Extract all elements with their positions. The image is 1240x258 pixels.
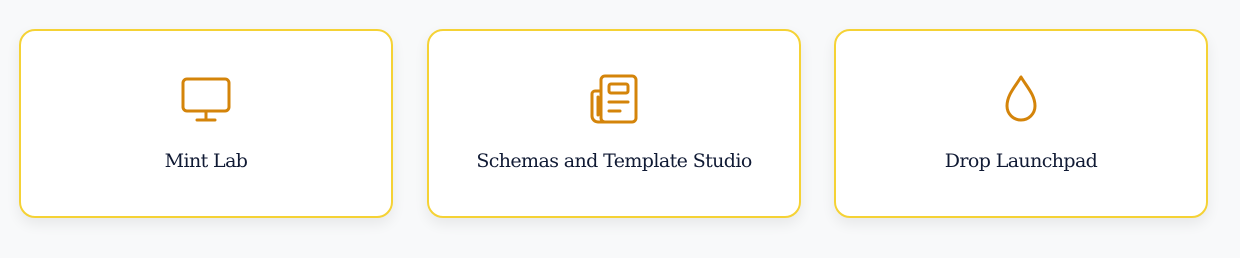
newspaper-icon [588,73,640,125]
card-label: Schemas and Template Studio [476,150,752,172]
card-drop-launchpad[interactable]: Drop Launchpad [834,29,1208,218]
card-label: Mint Lab [164,150,248,172]
card-grid: Mint Lab Schemas and Template Studio Dro… [0,0,1240,258]
card-label: Drop Launchpad [944,150,1098,172]
card-schemas-and-template-studio[interactable]: Schemas and Template Studio [427,29,801,218]
card-mint-lab[interactable]: Mint Lab [19,29,393,218]
droplet-icon [995,73,1047,125]
monitor-icon [180,73,232,125]
